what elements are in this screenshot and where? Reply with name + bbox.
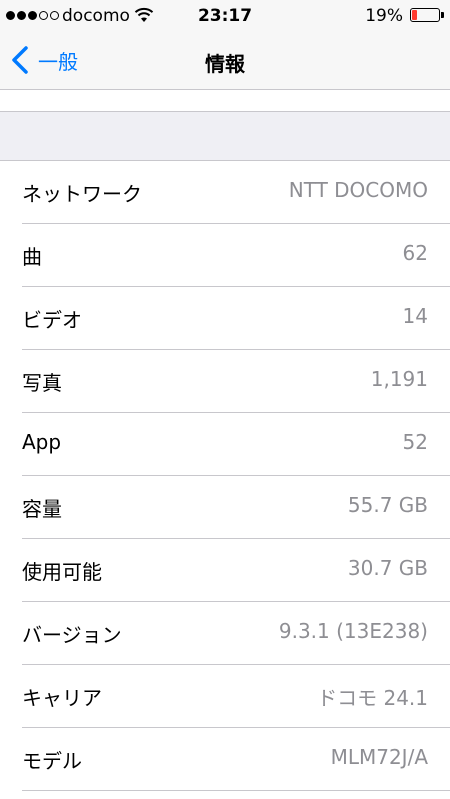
row-value: 30.7 GB (347, 556, 428, 580)
row-value: 14 (402, 304, 428, 328)
info-row-videos: ビデオ 14 (0, 287, 450, 350)
info-row-photos: 写真 1,191 (0, 350, 450, 413)
row-label: 写真 (22, 371, 62, 395)
row-value: 1,191 (370, 367, 428, 391)
info-row-apps: App 52 (0, 413, 450, 476)
battery-icon (410, 8, 440, 22)
about-info-list: ネットワーク NTT DOCOMO 曲 62 ビデオ 14 写真 1,191 A… (0, 161, 450, 791)
info-row-network: ネットワーク NTT DOCOMO (0, 161, 450, 224)
row-value: NTT DOCOMO (288, 178, 428, 202)
battery-level (412, 10, 417, 20)
row-label: 容量 (22, 497, 62, 521)
info-row-model: モデル MLM72J/A (0, 728, 450, 791)
row-label: 使用可能 (22, 560, 102, 584)
info-row-carrier: キャリア ドコモ 24.1 (0, 665, 450, 728)
info-row-capacity: 容量 55.7 GB (0, 476, 450, 539)
page-title: 情報 (205, 52, 245, 76)
row-label: 曲 (22, 245, 42, 269)
row-value: 52 (402, 430, 428, 454)
navigation-bar: 一般 情報 (0, 32, 450, 90)
row-value: ドコモ 24.1 (317, 686, 428, 710)
row-label: ビデオ (22, 308, 82, 332)
section-spacer (0, 90, 450, 112)
row-label: バージョン (22, 623, 122, 647)
row-value: 9.3.1 (13E238) (278, 619, 428, 643)
row-label: モデル (22, 749, 82, 773)
row-label: App (22, 430, 62, 454)
row-label: キャリア (22, 686, 102, 710)
row-label: ネットワーク (22, 182, 142, 206)
info-row-version: バージョン 9.3.1 (13E238) (0, 602, 450, 665)
info-row-songs: 曲 62 (0, 224, 450, 287)
row-value: MLM72J/A (330, 745, 428, 769)
info-row-available: 使用可能 30.7 GB (0, 539, 450, 602)
section-header (0, 112, 450, 161)
battery-percentage: 19% (365, 6, 403, 26)
status-bar: docomo 23:17 19% (0, 0, 450, 32)
row-value: 62 (402, 241, 428, 265)
row-value: 55.7 GB (347, 493, 428, 517)
battery-tip (441, 12, 444, 18)
